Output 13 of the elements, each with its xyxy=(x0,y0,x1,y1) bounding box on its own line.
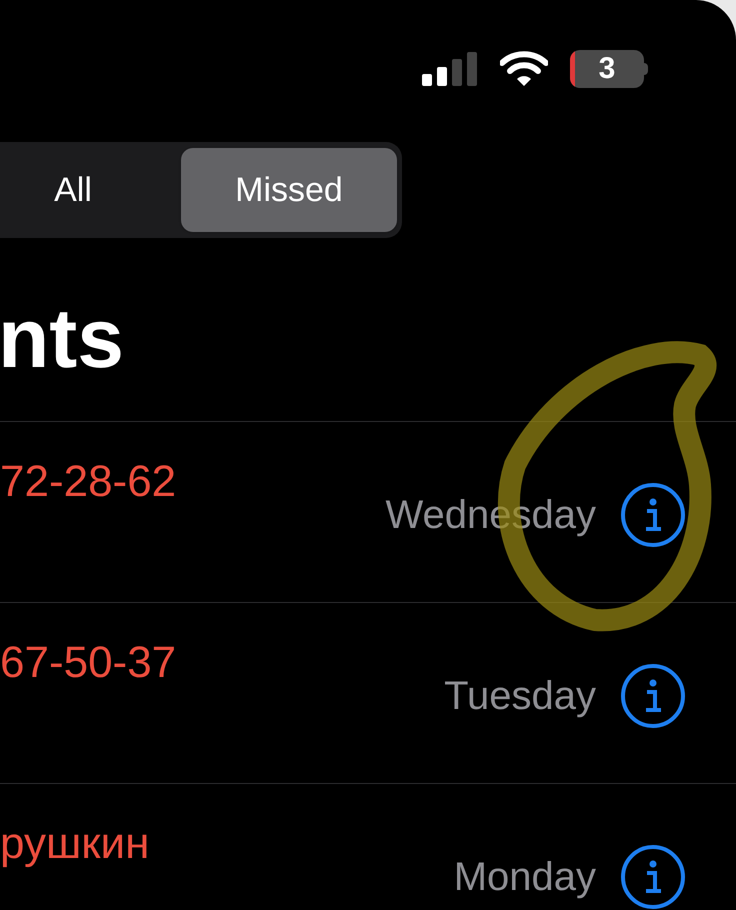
segment-tab[interactable]: Missed xyxy=(181,148,397,232)
caller-name: 72-28-62 xyxy=(0,460,176,504)
call-date: Tuesday xyxy=(444,676,596,716)
info-icon[interactable] xyxy=(620,482,686,548)
caller-name: рушкин xyxy=(0,822,150,866)
segment-tab[interactable]: All xyxy=(0,148,181,232)
page-title: nts xyxy=(0,290,124,387)
wifi-icon xyxy=(500,51,548,87)
info-icon[interactable] xyxy=(620,844,686,910)
info-icon[interactable] xyxy=(620,663,686,729)
caller-name: 67-50-37 xyxy=(0,641,176,685)
call-date: Monday xyxy=(454,857,596,897)
signal-icon xyxy=(422,52,478,86)
